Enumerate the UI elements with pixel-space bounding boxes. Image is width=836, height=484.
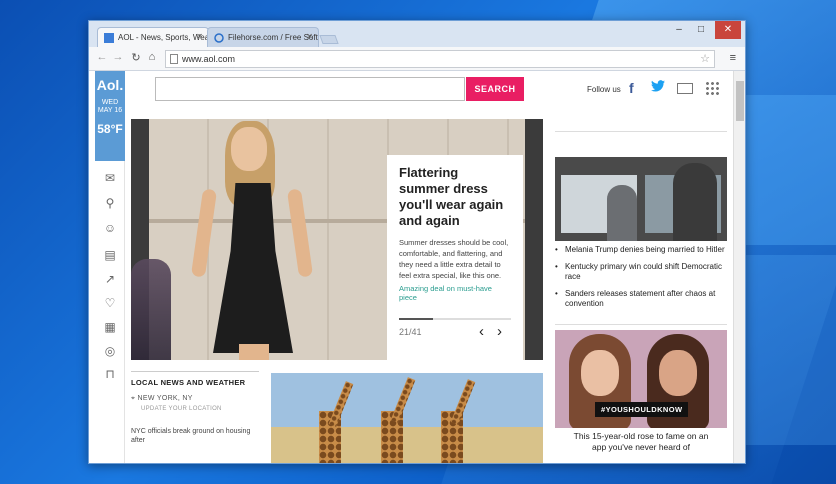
weather-date: MAY 16 [97, 107, 123, 114]
prev-slide-icon[interactable]: ‹ [479, 323, 484, 340]
update-location-link[interactable]: UPDATE YOUR LOCATION [131, 406, 259, 412]
hero-model-face [231, 127, 267, 171]
hero-model-legs [239, 344, 269, 360]
divider [555, 324, 727, 325]
football-icon[interactable]: ◎ [102, 344, 118, 358]
minimize-icon[interactable]: – [669, 21, 689, 39]
home-icon[interactable]: ⌂ [145, 51, 159, 63]
browser-menu-icon[interactable]: ≡ [730, 52, 736, 64]
close-tab-icon[interactable]: ✕ [306, 32, 313, 41]
shopping-bag-icon[interactable]: ⊓ [102, 367, 118, 381]
news-icon[interactable]: ▦ [102, 320, 118, 334]
page-scrollbar[interactable] [733, 71, 745, 463]
aol-weather-card[interactable]: Aol. WED MAY 16 58°F [95, 71, 125, 161]
promo-hashtag: #YOUSHOULDKNOW [595, 402, 689, 417]
local-news-title: LOCAL NEWS AND WEATHER [131, 378, 246, 387]
overlay-character-image [131, 259, 171, 360]
heart-icon[interactable]: ♡ [102, 296, 118, 310]
search-icon[interactable]: ⚲ [102, 196, 118, 210]
slide-counter: 21/41 [399, 327, 422, 337]
hero-slideshow[interactable]: Flattering summer dress you'll wear agai… [131, 119, 543, 360]
next-slide-icon[interactable]: › [497, 323, 502, 340]
desktop-window-pane [745, 95, 836, 245]
giraffe-image[interactable] [271, 373, 543, 463]
browser-window: AOL - News, Sports, Wea ✕ Filehorse.com … [88, 20, 746, 464]
aol-logo: Aol. [96, 77, 124, 93]
tab-label: Filehorse.com / Free Soft [228, 33, 318, 42]
follow-us-label: Follow us [587, 85, 621, 94]
promo-image[interactable]: #YOUSHOULDKNOW [555, 330, 727, 428]
news-item[interactable]: Melania Trump denies being married to Hi… [555, 245, 727, 255]
hero-story-card[interactable]: Flattering summer dress you'll wear agai… [387, 155, 523, 360]
video-icon[interactable]: ▤ [102, 248, 118, 262]
hero-link[interactable]: Amazing deal on must-have piece [399, 284, 511, 302]
mail-icon[interactable]: ✉ [102, 171, 118, 185]
apps-grid-icon[interactable] [705, 81, 719, 95]
weather-day: WED [101, 99, 119, 106]
weather-temp: 58°F [97, 122, 123, 136]
forward-icon[interactable]: → [111, 51, 125, 63]
url-text: www.aol.com [182, 54, 236, 64]
close-tab-icon[interactable]: ✕ [196, 32, 203, 41]
slide-edge [525, 119, 543, 360]
tab-filehorse[interactable]: Filehorse.com / Free Soft ✕ [207, 27, 319, 47]
aol-favicon-icon [104, 33, 114, 43]
chart-icon[interactable]: ↗ [102, 272, 118, 286]
search-button[interactable]: SEARCH [466, 77, 524, 101]
bookmark-star-icon[interactable]: ☆ [700, 52, 710, 65]
twitter-icon[interactable] [651, 80, 665, 92]
browser-toolbar: ← → ↻ ⌂ www.aol.com ☆ ≡ [89, 47, 745, 71]
news-item[interactable]: Kentucky primary win could shift Democra… [555, 262, 727, 282]
close-window-icon[interactable]: ✕ [715, 21, 741, 39]
maximize-icon[interactable]: □ [691, 21, 711, 39]
news-item[interactable]: Sanders releases statement after chaos a… [555, 289, 727, 309]
search-input[interactable] [155, 77, 465, 101]
aol-left-rail: Aol. WED MAY 16 58°F ✉ ⚲ ☺ ▤ ↗ ♡ ▦ ◎ ⊓ [95, 71, 125, 463]
hero-description: Summer dresses should be cool, comfortab… [399, 238, 509, 280]
page-icon [170, 54, 178, 64]
address-bar[interactable]: www.aol.com ☆ [165, 50, 715, 68]
divider [555, 131, 727, 132]
loading-icon [214, 33, 224, 43]
promo-headline[interactable]: This 15-year-old rose to fame on an app … [569, 431, 713, 453]
back-icon[interactable]: ← [95, 51, 109, 63]
location-label[interactable]: ⌖ NEW YORK, NY [131, 395, 259, 403]
news-image[interactable] [555, 157, 727, 241]
facebook-icon[interactable]: f [629, 80, 634, 96]
user-icon[interactable]: ☺ [102, 221, 118, 235]
reload-icon[interactable]: ↻ [129, 51, 143, 64]
new-tab-button[interactable] [319, 35, 339, 44]
hero-title[interactable]: Flattering summer dress you'll wear agai… [399, 165, 511, 229]
local-news-section: LOCAL NEWS AND WEATHER ⌖ NEW YORK, NY UP… [131, 371, 259, 445]
email-share-icon[interactable] [677, 83, 693, 94]
title-bar: AOL - News, Sports, Wea ✕ Filehorse.com … [89, 21, 745, 47]
tab-aol[interactable]: AOL - News, Sports, Wea ✕ [97, 27, 209, 47]
slide-progress [399, 318, 511, 320]
page-content: Aol. WED MAY 16 58°F ✉ ⚲ ☺ ▤ ↗ ♡ ▦ ◎ ⊓ S… [89, 71, 745, 463]
desktop-window-pane [745, 255, 836, 445]
news-list: Melania Trump denies being married to Hi… [555, 245, 727, 316]
local-story[interactable]: NYC officials break ground on housing af… [131, 427, 259, 445]
